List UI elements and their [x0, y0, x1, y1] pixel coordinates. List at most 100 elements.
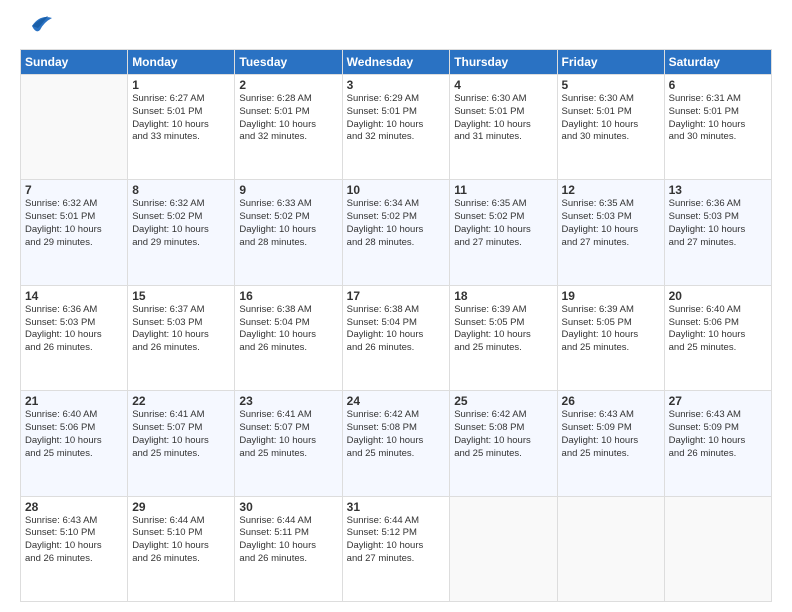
day-info: Sunrise: 6:44 AM Sunset: 5:10 PM Dayligh… [132, 515, 230, 566]
weekday-header-tuesday: Tuesday [235, 50, 342, 75]
calendar-day-2-1: 7Sunrise: 6:32 AM Sunset: 5:01 PM Daylig… [21, 180, 128, 285]
calendar-day-5-5 [450, 496, 557, 601]
day-info: Sunrise: 6:30 AM Sunset: 5:01 PM Dayligh… [562, 93, 660, 144]
weekday-header-wednesday: Wednesday [342, 50, 450, 75]
calendar-day-5-2: 29Sunrise: 6:44 AM Sunset: 5:10 PM Dayli… [128, 496, 235, 601]
calendar-day-3-7: 20Sunrise: 6:40 AM Sunset: 5:06 PM Dayli… [664, 285, 771, 390]
day-info: Sunrise: 6:39 AM Sunset: 5:05 PM Dayligh… [562, 304, 660, 355]
calendar-table: SundayMondayTuesdayWednesdayThursdayFrid… [20, 49, 772, 602]
day-info: Sunrise: 6:41 AM Sunset: 5:07 PM Dayligh… [239, 409, 337, 460]
day-info: Sunrise: 6:43 AM Sunset: 5:09 PM Dayligh… [669, 409, 767, 460]
logo-bird-icon [22, 12, 54, 40]
day-number: 14 [25, 289, 123, 303]
day-info: Sunrise: 6:43 AM Sunset: 5:10 PM Dayligh… [25, 515, 123, 566]
day-info: Sunrise: 6:41 AM Sunset: 5:07 PM Dayligh… [132, 409, 230, 460]
day-info: Sunrise: 6:42 AM Sunset: 5:08 PM Dayligh… [347, 409, 446, 460]
calendar-day-5-3: 30Sunrise: 6:44 AM Sunset: 5:11 PM Dayli… [235, 496, 342, 601]
weekday-header-row: SundayMondayTuesdayWednesdayThursdayFrid… [21, 50, 772, 75]
day-number: 16 [239, 289, 337, 303]
calendar-day-2-3: 9Sunrise: 6:33 AM Sunset: 5:02 PM Daylig… [235, 180, 342, 285]
day-info: Sunrise: 6:43 AM Sunset: 5:09 PM Dayligh… [562, 409, 660, 460]
day-number: 25 [454, 394, 552, 408]
calendar-page: SundayMondayTuesdayWednesdayThursdayFrid… [0, 0, 792, 612]
day-info: Sunrise: 6:39 AM Sunset: 5:05 PM Dayligh… [454, 304, 552, 355]
day-number: 1 [132, 78, 230, 92]
calendar-day-4-3: 23Sunrise: 6:41 AM Sunset: 5:07 PM Dayli… [235, 391, 342, 496]
day-number: 12 [562, 183, 660, 197]
logo [20, 18, 54, 41]
day-number: 21 [25, 394, 123, 408]
day-number: 17 [347, 289, 446, 303]
header [20, 18, 772, 41]
calendar-day-1-6: 5Sunrise: 6:30 AM Sunset: 5:01 PM Daylig… [557, 75, 664, 180]
day-number: 13 [669, 183, 767, 197]
calendar-day-3-1: 14Sunrise: 6:36 AM Sunset: 5:03 PM Dayli… [21, 285, 128, 390]
weekday-header-thursday: Thursday [450, 50, 557, 75]
day-info: Sunrise: 6:33 AM Sunset: 5:02 PM Dayligh… [239, 198, 337, 249]
day-number: 9 [239, 183, 337, 197]
calendar-day-3-3: 16Sunrise: 6:38 AM Sunset: 5:04 PM Dayli… [235, 285, 342, 390]
day-info: Sunrise: 6:44 AM Sunset: 5:12 PM Dayligh… [347, 515, 446, 566]
calendar-day-4-2: 22Sunrise: 6:41 AM Sunset: 5:07 PM Dayli… [128, 391, 235, 496]
day-number: 5 [562, 78, 660, 92]
calendar-week-1: 1Sunrise: 6:27 AM Sunset: 5:01 PM Daylig… [21, 75, 772, 180]
calendar-day-2-6: 12Sunrise: 6:35 AM Sunset: 5:03 PM Dayli… [557, 180, 664, 285]
day-info: Sunrise: 6:35 AM Sunset: 5:02 PM Dayligh… [454, 198, 552, 249]
calendar-day-5-4: 31Sunrise: 6:44 AM Sunset: 5:12 PM Dayli… [342, 496, 450, 601]
day-number: 27 [669, 394, 767, 408]
day-info: Sunrise: 6:29 AM Sunset: 5:01 PM Dayligh… [347, 93, 446, 144]
calendar-day-2-5: 11Sunrise: 6:35 AM Sunset: 5:02 PM Dayli… [450, 180, 557, 285]
calendar-day-1-4: 3Sunrise: 6:29 AM Sunset: 5:01 PM Daylig… [342, 75, 450, 180]
calendar-day-1-5: 4Sunrise: 6:30 AM Sunset: 5:01 PM Daylig… [450, 75, 557, 180]
weekday-header-monday: Monday [128, 50, 235, 75]
day-number: 24 [347, 394, 446, 408]
calendar-week-3: 14Sunrise: 6:36 AM Sunset: 5:03 PM Dayli… [21, 285, 772, 390]
calendar-day-2-2: 8Sunrise: 6:32 AM Sunset: 5:02 PM Daylig… [128, 180, 235, 285]
day-number: 6 [669, 78, 767, 92]
calendar-day-3-6: 19Sunrise: 6:39 AM Sunset: 5:05 PM Dayli… [557, 285, 664, 390]
day-number: 31 [347, 500, 446, 514]
day-info: Sunrise: 6:28 AM Sunset: 5:01 PM Dayligh… [239, 93, 337, 144]
calendar-day-1-2: 1Sunrise: 6:27 AM Sunset: 5:01 PM Daylig… [128, 75, 235, 180]
calendar-day-1-7: 6Sunrise: 6:31 AM Sunset: 5:01 PM Daylig… [664, 75, 771, 180]
calendar-day-3-5: 18Sunrise: 6:39 AM Sunset: 5:05 PM Dayli… [450, 285, 557, 390]
day-number: 23 [239, 394, 337, 408]
day-number: 10 [347, 183, 446, 197]
day-number: 7 [25, 183, 123, 197]
day-info: Sunrise: 6:38 AM Sunset: 5:04 PM Dayligh… [347, 304, 446, 355]
calendar-day-4-4: 24Sunrise: 6:42 AM Sunset: 5:08 PM Dayli… [342, 391, 450, 496]
day-number: 26 [562, 394, 660, 408]
day-number: 15 [132, 289, 230, 303]
day-info: Sunrise: 6:37 AM Sunset: 5:03 PM Dayligh… [132, 304, 230, 355]
weekday-header-friday: Friday [557, 50, 664, 75]
day-info: Sunrise: 6:27 AM Sunset: 5:01 PM Dayligh… [132, 93, 230, 144]
day-number: 19 [562, 289, 660, 303]
day-info: Sunrise: 6:36 AM Sunset: 5:03 PM Dayligh… [25, 304, 123, 355]
day-number: 3 [347, 78, 446, 92]
day-info: Sunrise: 6:32 AM Sunset: 5:01 PM Dayligh… [25, 198, 123, 249]
calendar-day-1-3: 2Sunrise: 6:28 AM Sunset: 5:01 PM Daylig… [235, 75, 342, 180]
day-number: 28 [25, 500, 123, 514]
day-number: 20 [669, 289, 767, 303]
calendar-day-3-4: 17Sunrise: 6:38 AM Sunset: 5:04 PM Dayli… [342, 285, 450, 390]
calendar-day-4-7: 27Sunrise: 6:43 AM Sunset: 5:09 PM Dayli… [664, 391, 771, 496]
day-info: Sunrise: 6:42 AM Sunset: 5:08 PM Dayligh… [454, 409, 552, 460]
calendar-day-2-4: 10Sunrise: 6:34 AM Sunset: 5:02 PM Dayli… [342, 180, 450, 285]
day-info: Sunrise: 6:36 AM Sunset: 5:03 PM Dayligh… [669, 198, 767, 249]
day-number: 29 [132, 500, 230, 514]
calendar-week-2: 7Sunrise: 6:32 AM Sunset: 5:01 PM Daylig… [21, 180, 772, 285]
day-number: 2 [239, 78, 337, 92]
day-info: Sunrise: 6:38 AM Sunset: 5:04 PM Dayligh… [239, 304, 337, 355]
calendar-day-4-5: 25Sunrise: 6:42 AM Sunset: 5:08 PM Dayli… [450, 391, 557, 496]
day-number: 11 [454, 183, 552, 197]
calendar-day-5-7 [664, 496, 771, 601]
day-info: Sunrise: 6:31 AM Sunset: 5:01 PM Dayligh… [669, 93, 767, 144]
day-info: Sunrise: 6:35 AM Sunset: 5:03 PM Dayligh… [562, 198, 660, 249]
day-number: 18 [454, 289, 552, 303]
calendar-day-4-1: 21Sunrise: 6:40 AM Sunset: 5:06 PM Dayli… [21, 391, 128, 496]
day-info: Sunrise: 6:40 AM Sunset: 5:06 PM Dayligh… [669, 304, 767, 355]
day-info: Sunrise: 6:40 AM Sunset: 5:06 PM Dayligh… [25, 409, 123, 460]
day-info: Sunrise: 6:34 AM Sunset: 5:02 PM Dayligh… [347, 198, 446, 249]
calendar-week-5: 28Sunrise: 6:43 AM Sunset: 5:10 PM Dayli… [21, 496, 772, 601]
day-number: 8 [132, 183, 230, 197]
